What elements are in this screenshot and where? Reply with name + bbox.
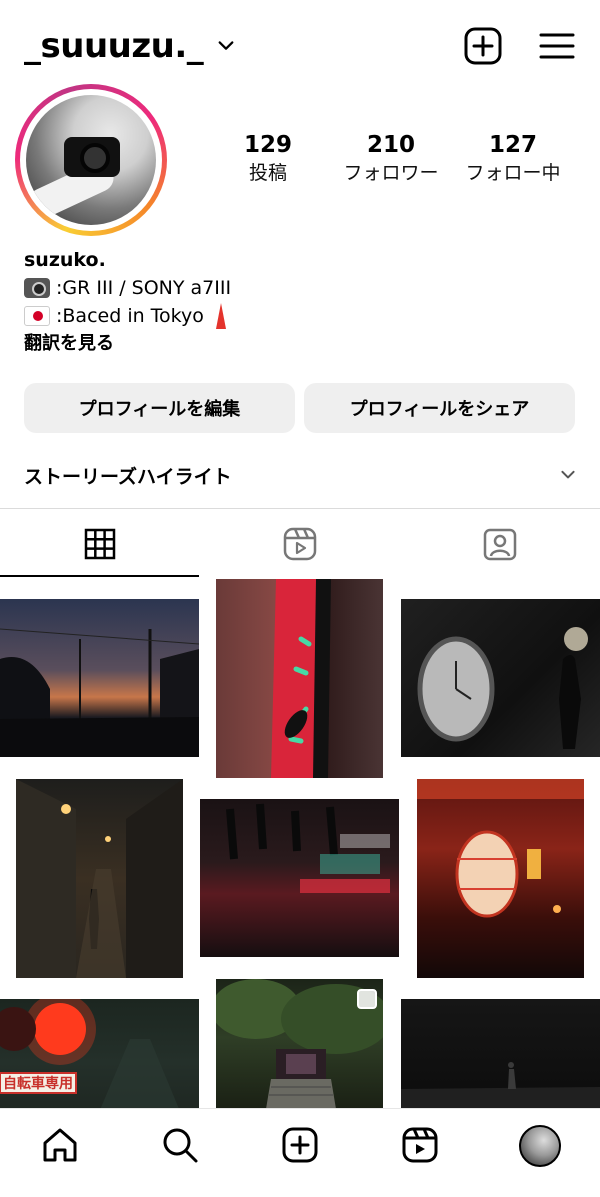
nav-create[interactable]: [280, 1125, 320, 1165]
tab-posts[interactable]: [0, 510, 200, 578]
chevron-down-icon: [561, 470, 575, 479]
posts-label: 投稿: [248, 162, 287, 184]
story-highlights-toggle[interactable]: ストーリーズハイライト: [24, 460, 576, 490]
nav-reels[interactable]: [400, 1125, 440, 1165]
reels-icon: [402, 1127, 438, 1163]
following-stat[interactable]: 127 フォロー中: [460, 130, 566, 186]
followers-label: フォロワー: [343, 162, 439, 184]
grid-item[interactable]: [401, 579, 600, 778]
camera-emoji: [24, 278, 50, 298]
following-label: フォロー中: [465, 162, 561, 184]
search-icon: [163, 1128, 198, 1163]
multi-post-icon: [357, 989, 377, 1009]
username[interactable]: _suuuzu._: [24, 24, 204, 68]
avatar-photo: [26, 95, 156, 225]
bio: suzuko. :GR III / SONY a7III :Baced in T…: [24, 246, 584, 358]
home-icon: [43, 1128, 77, 1162]
chevron-down-icon[interactable]: [217, 37, 235, 55]
profile-avatar[interactable]: [15, 84, 167, 236]
grid-item[interactable]: [401, 779, 600, 978]
traffic-light-photo: 自転車専用: [0, 999, 199, 1109]
tokyo-tower-emoji: [210, 303, 232, 329]
japan-flag-emoji: [24, 306, 50, 326]
avatar-lens: [80, 143, 110, 173]
following-count: 127: [488, 132, 537, 158]
grid-item[interactable]: [0, 579, 199, 778]
followers-count: 210: [366, 132, 415, 158]
nav-search[interactable]: [160, 1125, 200, 1165]
add-post-icon[interactable]: [463, 26, 503, 66]
active-tab-indicator: [0, 575, 199, 577]
tab-tagged[interactable]: [400, 510, 600, 578]
create-icon: [282, 1127, 318, 1163]
posts-stat[interactable]: 129 投稿: [238, 130, 298, 186]
account-switcher[interactable]: _suuuzu._: [24, 24, 235, 68]
tagged-icon: [483, 528, 517, 561]
grid-icon: [84, 528, 116, 560]
night-alley-photo: [16, 779, 183, 978]
grid-item[interactable]: [200, 979, 399, 1109]
photo-grid: 自転車専用: [0, 579, 600, 1109]
followers-stat[interactable]: 210 フォロワー: [338, 130, 444, 186]
clock-silhouette-photo: [401, 599, 600, 757]
dark-street-photo: [401, 999, 600, 1109]
traffic-sign-text: 自転車専用: [3, 1075, 73, 1092]
translate-link[interactable]: 翻訳を見る: [24, 330, 584, 358]
grid-item[interactable]: [401, 979, 600, 1109]
reels-icon: [283, 527, 317, 561]
profile-header: _suuuzu._: [0, 0, 600, 92]
bio-line-2: :Baced in Tokyo: [24, 302, 584, 330]
bio-line-2-text: :Baced in Tokyo: [56, 305, 204, 327]
shrine-trees-photo: [216, 979, 383, 1109]
avatar-border: [20, 89, 162, 231]
wet-street-reflection-photo: [200, 799, 399, 957]
section-divider: [0, 508, 600, 509]
nav-profile-avatar[interactable]: [519, 1125, 561, 1167]
bottom-navigation: [0, 1108, 600, 1197]
grid-item[interactable]: 自転車専用: [0, 979, 199, 1109]
red-neon-sign-photo: [216, 579, 383, 778]
nav-home[interactable]: [40, 1125, 80, 1165]
profile-name: suzuko.: [24, 249, 106, 271]
grid-item[interactable]: [200, 579, 399, 778]
tab-reels[interactable]: [200, 510, 400, 578]
profile-tabs: [0, 510, 600, 578]
red-lantern-photo: [417, 779, 584, 978]
bio-line-1-text: :GR III / SONY a7III: [56, 277, 232, 299]
grid-item[interactable]: [200, 779, 399, 978]
grid-item[interactable]: [0, 779, 199, 978]
bio-line-1: :GR III / SONY a7III: [24, 274, 584, 302]
posts-count: 129: [243, 132, 292, 158]
share-profile-button[interactable]: プロフィールをシェア: [304, 383, 575, 433]
edit-profile-button[interactable]: プロフィールを編集: [24, 383, 295, 433]
menu-icon[interactable]: [537, 26, 577, 66]
dusk-street-photo: [0, 599, 199, 757]
highlights-label: ストーリーズハイライト: [24, 465, 232, 488]
